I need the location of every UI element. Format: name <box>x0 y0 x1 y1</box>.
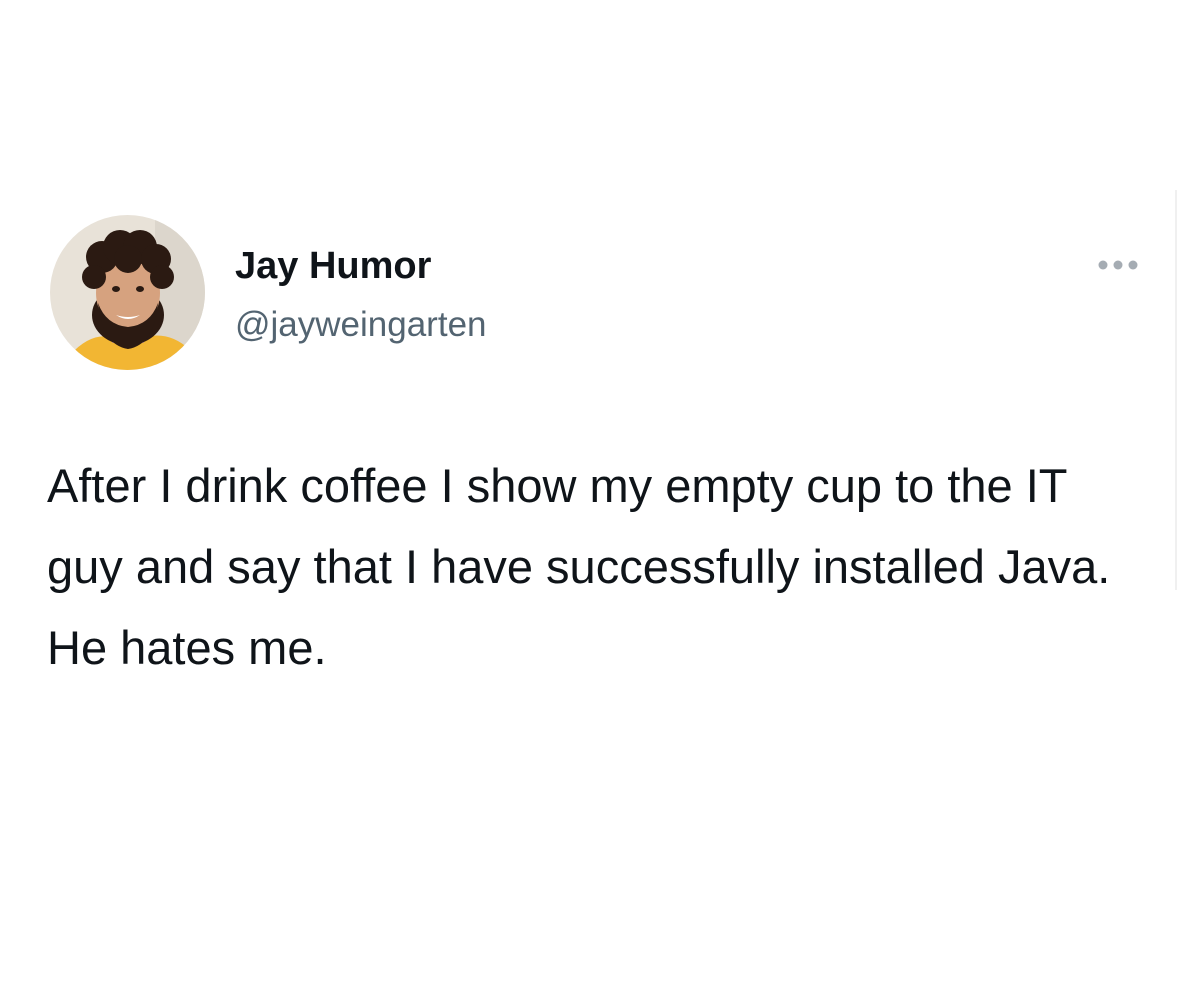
divider <box>1175 190 1177 590</box>
more-horizontal-icon <box>1098 260 1138 270</box>
tweet-text: After I drink coffee I show my empty cup… <box>47 459 1111 674</box>
tweet-card: Jay Humor @jayweingarten After I drink c… <box>0 0 1178 981</box>
author-display-name[interactable]: Jay Humor <box>235 243 431 289</box>
author-handle[interactable]: @jayweingarten <box>235 304 487 346</box>
avatar-photo <box>50 215 205 370</box>
author-avatar[interactable] <box>50 215 205 370</box>
more-options-button[interactable] <box>1092 252 1144 278</box>
